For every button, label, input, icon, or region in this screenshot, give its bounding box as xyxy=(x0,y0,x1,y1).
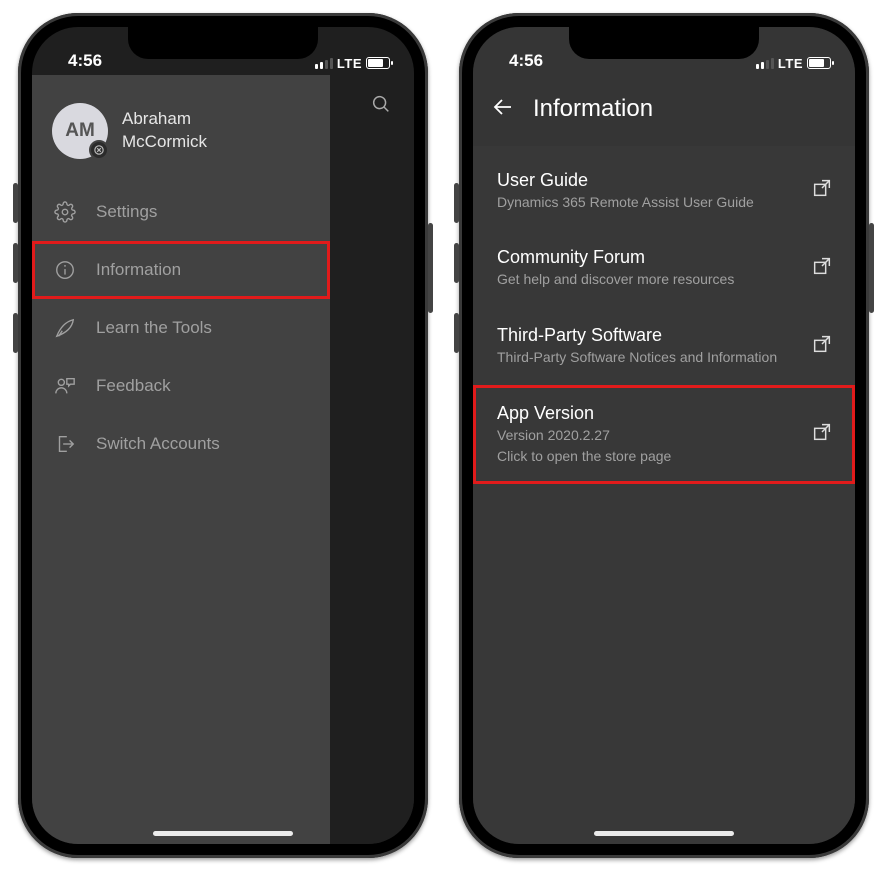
status-time: 4:56 xyxy=(56,51,102,71)
profile-name: Abraham McCormick xyxy=(122,108,207,152)
info-item-title: User Guide xyxy=(497,170,754,191)
info-item-community-forum[interactable]: Community Forum Get help and discover mo… xyxy=(473,229,855,307)
menu-label: Switch Accounts xyxy=(96,434,220,454)
menu-item-learn-tools[interactable]: Learn the Tools xyxy=(32,299,330,357)
battery-icon xyxy=(366,57,390,69)
presence-badge-offline-icon xyxy=(89,140,109,160)
arrow-left-icon xyxy=(491,95,515,119)
menu-label: Settings xyxy=(96,202,157,222)
external-link-icon xyxy=(811,255,833,282)
info-item-subtitle: Version 2020.2.27 xyxy=(497,426,671,445)
external-link-icon xyxy=(811,177,833,204)
status-network: LTE xyxy=(778,56,803,71)
phone-frame-left: 4:56 LTE xyxy=(18,13,428,858)
info-item-third-party-software[interactable]: Third-Party Software Third-Party Softwar… xyxy=(473,307,855,385)
search-icon[interactable] xyxy=(370,93,392,120)
menu-label: Information xyxy=(96,260,181,280)
gear-icon xyxy=(54,201,76,223)
signal-icon xyxy=(315,58,333,69)
screen-left: 4:56 LTE xyxy=(32,27,414,844)
screen-right: 4:56 LTE Information Use xyxy=(473,27,855,844)
info-item-subtitle: Dynamics 365 Remote Assist User Guide xyxy=(497,193,754,212)
menu-label: Learn the Tools xyxy=(96,318,212,338)
page-header: Information xyxy=(473,75,855,146)
info-item-title: App Version xyxy=(497,403,671,424)
info-item-subtitle: Third-Party Software Notices and Informa… xyxy=(497,348,777,367)
avatar-initials: AM xyxy=(65,120,95,142)
menu-label: Feedback xyxy=(96,376,171,396)
info-item-app-version[interactable]: App Version Version 2020.2.27 Click to o… xyxy=(473,385,855,484)
back-button[interactable] xyxy=(491,95,515,124)
home-indicator xyxy=(594,831,734,836)
signal-icon xyxy=(756,58,774,69)
status-time: 4:56 xyxy=(497,51,543,71)
menu-item-switch-accounts[interactable]: Switch Accounts xyxy=(32,415,330,473)
info-icon xyxy=(54,259,76,281)
logout-icon xyxy=(54,433,76,455)
info-item-subtitle2: Click to open the store page xyxy=(497,447,671,466)
home-indicator xyxy=(153,831,293,836)
notch xyxy=(128,27,318,59)
external-link-icon xyxy=(811,333,833,360)
info-item-user-guide[interactable]: User Guide Dynamics 365 Remote Assist Us… xyxy=(473,152,855,230)
sidebar-drawer: AM Abraham McCormick xyxy=(32,75,330,844)
page-title: Information xyxy=(533,95,653,123)
battery-icon xyxy=(807,57,831,69)
profile-row[interactable]: AM Abraham McCormick xyxy=(32,93,330,183)
info-item-title: Third-Party Software xyxy=(497,325,777,346)
person-chat-icon xyxy=(54,375,76,397)
info-item-title: Community Forum xyxy=(497,247,734,268)
notch xyxy=(569,27,759,59)
profile-last-name: McCormick xyxy=(122,131,207,153)
external-link-icon xyxy=(811,421,833,448)
status-network: LTE xyxy=(337,56,362,71)
avatar: AM xyxy=(52,103,108,159)
quill-icon xyxy=(54,317,76,339)
menu-item-feedback[interactable]: Feedback xyxy=(32,357,330,415)
profile-first-name: Abraham xyxy=(122,108,207,130)
menu-item-settings[interactable]: Settings xyxy=(32,183,330,241)
menu-item-information[interactable]: Information xyxy=(32,241,330,299)
phone-frame-right: 4:56 LTE Information Use xyxy=(459,13,869,858)
info-item-subtitle: Get help and discover more resources xyxy=(497,270,734,289)
